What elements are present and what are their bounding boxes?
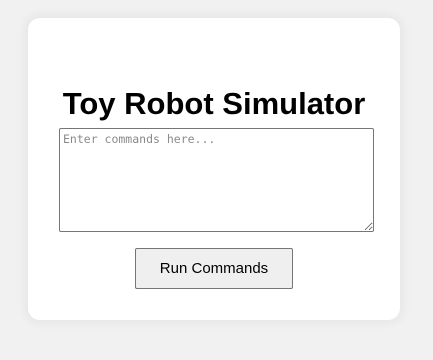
simulator-card: Toy Robot Simulator Run Commands [28, 18, 400, 320]
page-title: Toy Robot Simulator [62, 86, 366, 121]
commands-input[interactable] [59, 128, 374, 232]
run-commands-button[interactable]: Run Commands [135, 248, 293, 289]
